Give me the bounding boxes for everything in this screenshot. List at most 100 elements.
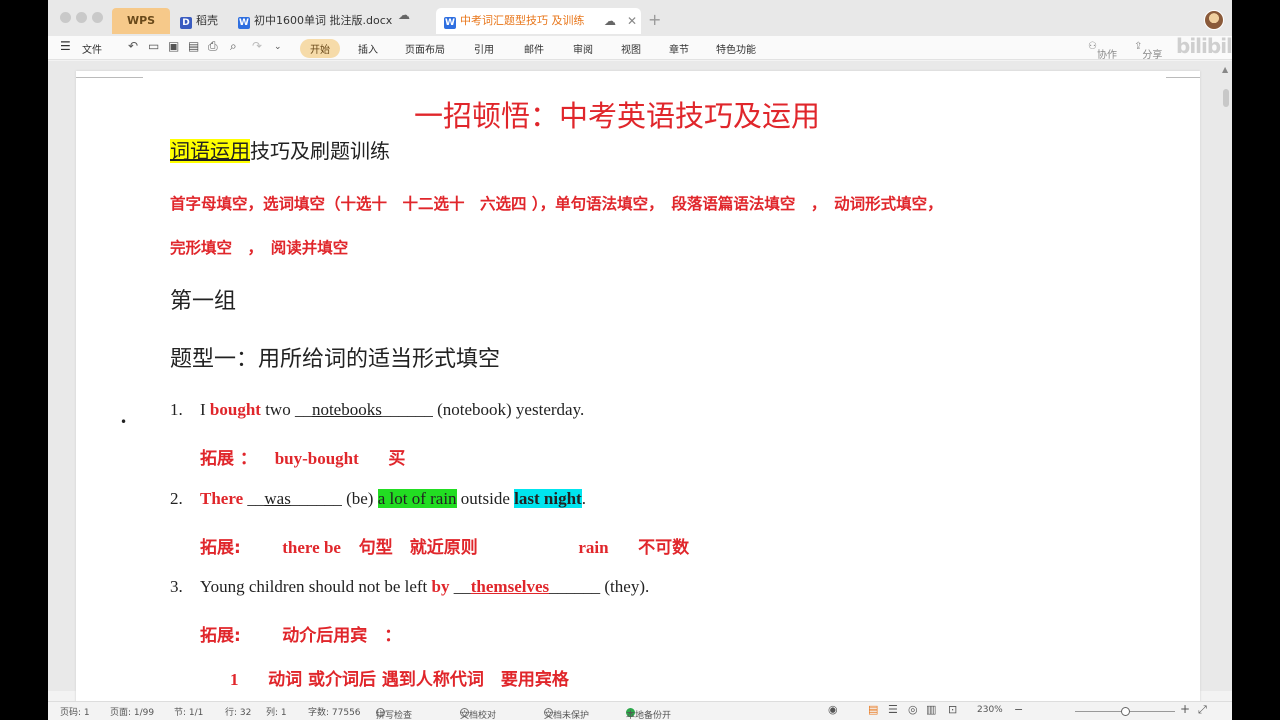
daoke-icon: D bbox=[180, 17, 192, 29]
tab-daoke[interactable]: D 稻壳 bbox=[172, 8, 228, 34]
word-doc-icon: W bbox=[238, 17, 250, 29]
zoom-in-icon[interactable]: + bbox=[1180, 702, 1190, 716]
extension-note: 句型 就近原则 bbox=[358, 538, 478, 558]
menu-mailings[interactable]: 邮件 bbox=[524, 41, 544, 56]
window-zoom-button[interactable] bbox=[92, 12, 103, 23]
question-types-line-2: 完形填空 ， 阅读并填空 bbox=[170, 239, 349, 257]
menu-special-features[interactable]: 特色功能 bbox=[716, 41, 756, 56]
collaborate-button[interactable]: ⚇ 协作 bbox=[1088, 41, 1117, 61]
extension-label: 拓展: bbox=[200, 626, 241, 646]
menu-insert[interactable]: 插入 bbox=[358, 41, 378, 56]
question-text: Young children should not be left bbox=[200, 577, 432, 596]
highlighted-text: a lot of rain bbox=[377, 489, 457, 508]
redo-icon[interactable]: ↷ bbox=[252, 39, 262, 53]
question-number: 1. bbox=[170, 400, 183, 419]
save-icon[interactable]: ▣ bbox=[168, 39, 179, 53]
menu-start[interactable]: 开始 bbox=[300, 39, 340, 58]
menu-hamburger-icon[interactable]: ☰ bbox=[60, 39, 71, 53]
backup-label: 本地备份开 bbox=[626, 711, 672, 720]
share-button[interactable]: ⇪ 分享 bbox=[1134, 41, 1162, 61]
zoom-level[interactable]: 230% bbox=[977, 705, 1003, 715]
page-corner-mark bbox=[76, 77, 143, 78]
question-text: ______ (be) bbox=[290, 489, 378, 508]
tab-document-vocab-techniques[interactable]: W 中考词汇题型技巧 及训练 ☁ ✕ bbox=[436, 8, 641, 34]
close-icon[interactable]: ✕ bbox=[627, 8, 637, 34]
status-column: 列: 1 bbox=[266, 708, 287, 718]
menu-review[interactable]: 审阅 bbox=[573, 41, 593, 56]
bilibili-watermark: bilibili bbox=[1176, 34, 1232, 58]
question-text: __ bbox=[449, 577, 471, 596]
print-icon[interactable]: ⎙ bbox=[208, 39, 218, 54]
outline-view-icon[interactable]: ☰ bbox=[888, 703, 898, 716]
tab-wps-label: WPS bbox=[126, 14, 156, 27]
menu-file[interactable]: 文件 bbox=[82, 41, 102, 56]
zoom-slider-handle[interactable] bbox=[1121, 707, 1130, 716]
chevron-down-icon[interactable]: ⌄ bbox=[274, 42, 282, 52]
document-area: 一招顿悟：中考英语技巧及运用 词语运用技巧及刷题训练 首字母填空，选词填空（十选… bbox=[48, 61, 1232, 711]
export-pdf-icon[interactable]: ▤ bbox=[188, 39, 199, 53]
open-folder-icon[interactable]: ▭ bbox=[148, 39, 159, 53]
fullscreen-icon[interactable]: ⤢ bbox=[1198, 703, 1207, 717]
wps-window: WPS D 稻壳 W 初中1600单词 批注版.docx ☁ W 中考词汇题型技巧 及… bbox=[48, 0, 1232, 720]
status-bar: 页码: 1 页面: 1/99 节: 1/1 行: 32 列: 1 字数: 775… bbox=[48, 701, 1232, 720]
status-pages[interactable]: 页面: 1/99 bbox=[110, 705, 154, 718]
extension-term: rain bbox=[578, 538, 609, 557]
vertical-scrollbar[interactable]: ▲ bbox=[1222, 65, 1230, 675]
question-1: 1. I bought two __notebooks______ (notebo… bbox=[170, 400, 584, 420]
new-tab-button[interactable]: + bbox=[648, 10, 661, 29]
keyword-red: There bbox=[200, 489, 244, 508]
document-page[interactable]: 一招顿悟：中考英语技巧及运用 词语运用技巧及刷题训练 首字母填空，选词填空（十选… bbox=[76, 71, 1200, 711]
status-row: 行: 32 bbox=[225, 708, 252, 718]
answer-blank: notebooks bbox=[311, 400, 382, 419]
subtitle-rest: 技巧及刷题训练 bbox=[250, 139, 390, 163]
zoom-out-icon[interactable]: − bbox=[1014, 703, 1023, 716]
question-type-heading: 题型一：用所给词的适当形式填空 bbox=[170, 347, 501, 372]
fit-page-icon[interactable]: ⊡ bbox=[948, 703, 957, 716]
scroll-up-icon[interactable]: ▲ bbox=[1222, 65, 1228, 74]
menu-references[interactable]: 引用 bbox=[474, 41, 494, 56]
word-doc-icon: W bbox=[444, 17, 456, 29]
spell-check-label: 拼写检查 bbox=[376, 711, 413, 720]
extension-2: 拓展: there be 句型 就近原则 rain 不可数 bbox=[200, 533, 689, 558]
web-view-icon[interactable]: ◎ bbox=[908, 703, 918, 716]
question-text: two __ bbox=[260, 400, 312, 419]
menu-view[interactable]: 视图 bbox=[621, 41, 641, 56]
rule-text: 动词 或介词后 遇到人称代词 要用宾格 bbox=[268, 670, 569, 690]
proof-label: 文档校对 bbox=[460, 711, 497, 720]
print-preview-icon[interactable]: ⌕ bbox=[230, 39, 237, 54]
window-close-button[interactable] bbox=[60, 12, 71, 23]
document-title: 一招顿悟：中考英语技巧及运用 bbox=[414, 99, 821, 133]
menu-page-layout[interactable]: 页面布局 bbox=[405, 41, 445, 56]
tab-doc1-label: 初中1600单词 批注版.docx bbox=[254, 14, 393, 27]
keyword-red: bought bbox=[209, 400, 261, 419]
question-text: __ bbox=[243, 489, 265, 508]
eye-protection-icon[interactable]: ◉ bbox=[828, 703, 838, 716]
cloud-sync-icon[interactable]: ☁ bbox=[398, 8, 410, 22]
tab-daoke-label: 稻壳 bbox=[196, 14, 218, 27]
reading-view-icon[interactable]: ▥ bbox=[926, 703, 936, 716]
extension-note: 买 bbox=[388, 449, 406, 469]
share-label: 分享 bbox=[1142, 50, 1163, 61]
window-minimize-button[interactable] bbox=[76, 12, 87, 23]
rule-1: 1 动词 或介词后 遇到人称代词 要用宾格 bbox=[230, 665, 569, 690]
page-corner-mark bbox=[1166, 77, 1200, 78]
rule-number: 1 bbox=[230, 670, 239, 689]
scrollbar-thumb[interactable] bbox=[1223, 89, 1229, 107]
extension-label: 拓展: bbox=[200, 538, 241, 558]
status-word-count[interactable]: 字数: 77556 bbox=[308, 705, 361, 718]
question-2: 2. There __was______ (be) a lot of rain o… bbox=[170, 489, 586, 509]
question-number: 3. bbox=[170, 577, 183, 596]
tab-wps-home[interactable]: WPS bbox=[112, 8, 170, 34]
highlighted-text: 词语运用 bbox=[170, 139, 250, 163]
question-text: I bbox=[200, 400, 210, 419]
undo-icon[interactable]: ↶ bbox=[128, 39, 138, 53]
question-text: outside bbox=[456, 489, 515, 508]
tab-doc2-label: 中考词汇题型技巧 及训练 bbox=[460, 14, 585, 27]
avatar[interactable] bbox=[1204, 10, 1224, 30]
cloud-sync-icon[interactable]: ☁ bbox=[604, 8, 616, 34]
question-text: . bbox=[581, 489, 586, 508]
tab-bar: WPS D 稻壳 W 初中1600单词 批注版.docx ☁ W 中考词汇题型技巧 及… bbox=[48, 0, 1232, 36]
page-view-icon[interactable]: ▤ bbox=[868, 703, 878, 716]
menu-section[interactable]: 章节 bbox=[669, 41, 689, 56]
answer-blank: was bbox=[264, 489, 291, 508]
